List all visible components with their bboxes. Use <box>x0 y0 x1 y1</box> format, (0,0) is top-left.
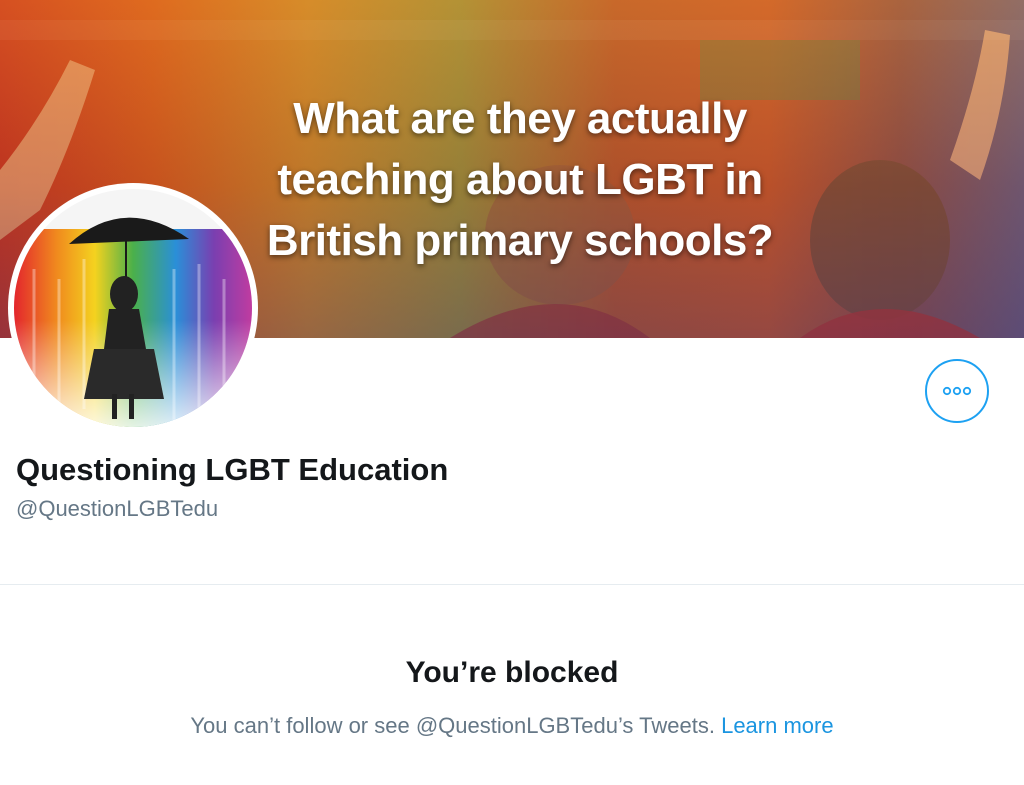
avatar[interactable] <box>8 183 258 433</box>
more-options-button[interactable] <box>925 359 989 423</box>
profile-display-name: Questioning LGBT Education <box>16 452 449 487</box>
learn-more-link[interactable]: Learn more <box>721 713 834 738</box>
more-dots-icon <box>942 386 972 396</box>
avatar-image <box>14 189 252 427</box>
banner-title: What are they actually teaching about LG… <box>266 94 774 265</box>
profile-handle: @QuestionLGBTedu <box>16 496 219 521</box>
blocked-message-line: You can’t follow or see @QuestionLGBTedu… <box>0 713 1024 739</box>
divider <box>0 584 1024 585</box>
blocked-title: You’re blocked <box>405 656 619 689</box>
blocked-message: You can’t follow or see @QuestionLGBTedu… <box>190 713 715 738</box>
